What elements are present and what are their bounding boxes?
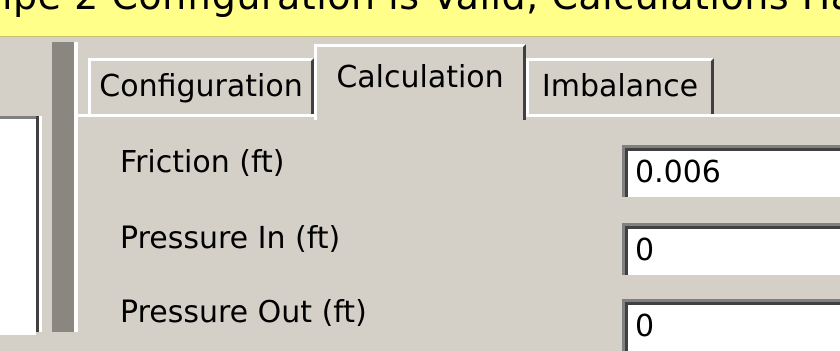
tab-calculation-label: Calculation: [336, 60, 504, 95]
tab-configuration-label: Configuration: [99, 69, 303, 104]
friction-label: Friction (ft): [120, 145, 285, 180]
pressure-in-label: Pressure In (ft): [120, 221, 341, 256]
status-message: ipe 2 Configuration is Valid, Calculatio…: [2, 0, 840, 18]
left-panel[interactable]: [0, 116, 36, 335]
tab-imbalance[interactable]: Imbalance: [526, 58, 714, 118]
left-panel-border-highlight: [39, 116, 42, 332]
tab-imbalance-label: Imbalance: [541, 69, 699, 104]
tab-configuration[interactable]: Configuration: [88, 58, 314, 118]
status-bar: ipe 2 Configuration is Valid, Calculatio…: [0, 0, 840, 37]
pressure-in-field[interactable]: 0: [622, 223, 840, 275]
panel-splitter[interactable]: [52, 42, 74, 332]
tab-calculation[interactable]: Calculation: [314, 44, 526, 120]
pressure-out-field[interactable]: 0: [622, 299, 840, 351]
calculation-tab-page: Friction (ft) 0.006 Pressure In (ft) 0 P…: [78, 114, 840, 351]
pressure-out-label: Pressure Out (ft): [120, 295, 367, 330]
friction-field[interactable]: 0.006: [622, 145, 840, 197]
